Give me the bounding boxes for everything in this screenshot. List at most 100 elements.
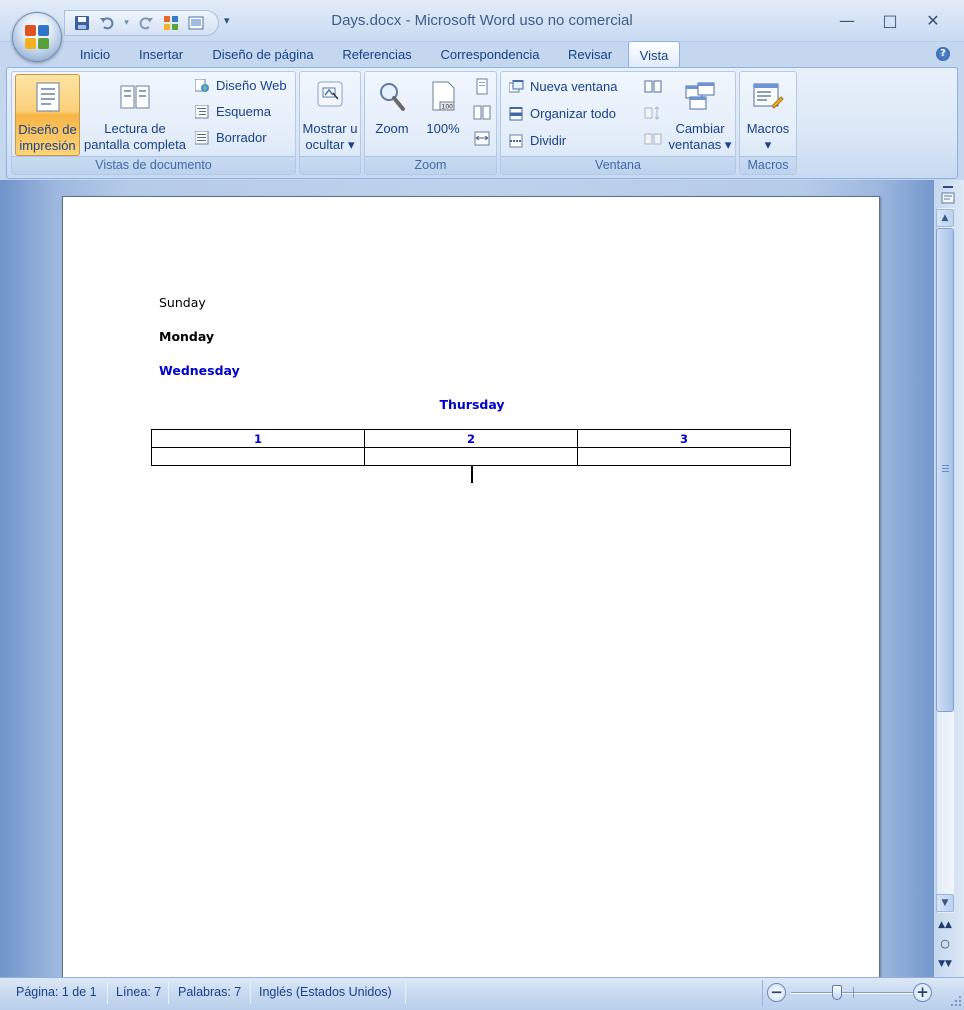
paragraph-monday[interactable]: Monday [159, 329, 214, 344]
office-button[interactable] [12, 12, 62, 62]
web-layout-button[interactable]: Diseño Web [195, 75, 287, 97]
macros-label: Macros ▾ [746, 121, 790, 152]
table-cell[interactable] [577, 447, 791, 466]
next-page-icon[interactable]: ▼▼ [938, 957, 952, 971]
two-pages-icon[interactable] [473, 104, 491, 122]
view-side-by-side-icon[interactable] [644, 78, 662, 96]
print-layout-button[interactable]: Diseño de impresión [15, 74, 80, 156]
zoom-slider[interactable]: − + [762, 980, 936, 1006]
magnifier-icon [380, 83, 405, 111]
split-button[interactable]: Dividir [509, 130, 566, 152]
split-icon [509, 134, 523, 148]
document-area[interactable]: Sunday Monday Wednesday Thursday 1 2 3 [0, 180, 934, 977]
tab-diseno-pagina[interactable]: Diseño de página [200, 45, 326, 68]
status-separator [107, 982, 108, 1004]
switch-windows-label: Cambiar ventanas ▾ [668, 121, 732, 152]
ribbon-tabs: Inicio Insertar Diseño de página Referen… [0, 40, 964, 69]
outline-label: Esquema [216, 104, 271, 119]
view-ruler-icon[interactable] [941, 184, 955, 206]
table-cell[interactable]: 1 [151, 429, 365, 448]
paragraph-thursday[interactable]: Thursday [63, 397, 881, 412]
arrange-all-label: Organizar todo [530, 106, 616, 121]
status-words[interactable]: Palabras: 7 [178, 985, 241, 999]
status-language[interactable]: Inglés (Estados Unidos) [259, 985, 392, 999]
arrange-all-icon [509, 106, 523, 121]
sync-scroll-icon[interactable] [644, 104, 662, 122]
reset-window-position-icon[interactable] [644, 130, 662, 148]
tab-vista[interactable]: Vista [628, 41, 680, 69]
outline-button[interactable]: Esquema [195, 101, 271, 123]
scroll-up-button[interactable]: ▲ [936, 209, 954, 227]
outline-icon [195, 104, 209, 119]
page-100-icon: 100 [432, 81, 455, 111]
paragraph-sunday[interactable]: Sunday [159, 295, 206, 310]
split-label: Dividir [530, 133, 567, 148]
tab-referencias[interactable]: Referencias [332, 45, 422, 68]
tab-revisar[interactable]: Revisar [558, 45, 622, 68]
tab-insertar[interactable]: Insertar [128, 45, 194, 68]
paragraph-wednesday[interactable]: Wednesday [159, 363, 240, 378]
zoom-track[interactable] [791, 992, 917, 994]
zoom-100-button[interactable]: 100 100% [419, 74, 467, 156]
zoom-button[interactable]: Zoom [367, 74, 417, 156]
show-hide-label: Mostrar u ocultar ▾ [302, 121, 358, 152]
text-cursor [471, 466, 473, 483]
zoom-button-label: Zoom [375, 121, 409, 136]
one-page-icon[interactable] [473, 78, 491, 96]
table-cell[interactable] [151, 447, 365, 466]
print-layout-icon [36, 82, 59, 112]
resize-grip-icon[interactable] [950, 995, 962, 1007]
show-hide-icon [317, 81, 343, 107]
draft-label: Borrador [216, 130, 267, 145]
select-browse-object-icon[interactable]: ○ [938, 937, 952, 951]
scroll-down-button[interactable]: ▼ [936, 894, 954, 912]
svg-text:100: 100 [442, 104, 454, 111]
document-page[interactable]: Sunday Monday Wednesday Thursday 1 2 3 [62, 196, 880, 977]
close-button[interactable]: ✕ [916, 8, 950, 34]
group-vistas-documento: Diseño de impresión Lectura de pantalla … [11, 71, 296, 175]
zoom-100-label: 100% [426, 121, 460, 136]
status-page[interactable]: Página: 1 de 1 [16, 985, 97, 999]
help-icon[interactable]: ? [936, 47, 950, 61]
grip-icon [942, 465, 949, 472]
draft-button[interactable]: Borrador [195, 127, 267, 149]
zoom-center-tick [853, 987, 854, 998]
status-separator [250, 982, 251, 1004]
group-mostrar-ocultar: Mostrar u ocultar ▾ [299, 71, 361, 175]
switch-windows-button[interactable]: Cambiar ventanas ▾ [667, 74, 733, 156]
previous-page-icon[interactable]: ▲▲ [938, 918, 952, 932]
group-zoom-label: Zoom [365, 156, 496, 174]
zoom-in-button[interactable]: + [913, 983, 932, 1002]
full-screen-reading-button[interactable]: Lectura de pantalla completa [82, 74, 188, 156]
page-width-icon[interactable] [473, 130, 491, 148]
group-macros: Macros ▾ Macros [739, 71, 797, 175]
title-bar: ▾ ▾ Days.docx - Microsoft Word uso no co… [0, 0, 964, 42]
new-window-button[interactable]: Nueva ventana [509, 76, 617, 98]
new-window-label: Nueva ventana [530, 79, 618, 94]
new-window-icon [509, 79, 524, 93]
switch-windows-icon [685, 82, 715, 110]
maximize-button[interactable]: □ [873, 8, 907, 34]
table-row [151, 447, 791, 466]
zoom-out-button[interactable]: − [767, 983, 786, 1002]
status-line[interactable]: Línea: 7 [116, 985, 161, 999]
zoom-slider-thumb[interactable] [832, 985, 842, 1000]
group-ventana: Nueva ventana Organizar todo Dividir Cam… [500, 71, 736, 175]
table-cell[interactable]: 2 [364, 429, 578, 448]
group-ventana-label: Ventana [501, 156, 735, 174]
show-hide-button[interactable]: Mostrar u ocultar ▾ [301, 74, 359, 156]
ribbon: Diseño de impresión Lectura de pantalla … [6, 67, 958, 179]
scroll-thumb[interactable] [936, 228, 954, 712]
table-cell[interactable] [364, 447, 578, 466]
vertical-scrollbar[interactable]: ▲ ▼ ▲▲ ○ ▼▼ [934, 180, 964, 977]
group-macros-label: Macros [740, 156, 796, 174]
group-zoom: Zoom 100 100% Zoom [364, 71, 497, 175]
minimize-button[interactable]: — [830, 8, 864, 34]
table-row: 1 2 3 [151, 429, 791, 448]
macros-button[interactable]: Macros ▾ [741, 74, 795, 156]
document-table[interactable]: 1 2 3 [151, 429, 791, 466]
tab-correspondencia[interactable]: Correspondencia [428, 45, 552, 68]
arrange-all-button[interactable]: Organizar todo [509, 103, 616, 125]
table-cell[interactable]: 3 [577, 429, 791, 448]
tab-inicio[interactable]: Inicio [66, 45, 124, 68]
